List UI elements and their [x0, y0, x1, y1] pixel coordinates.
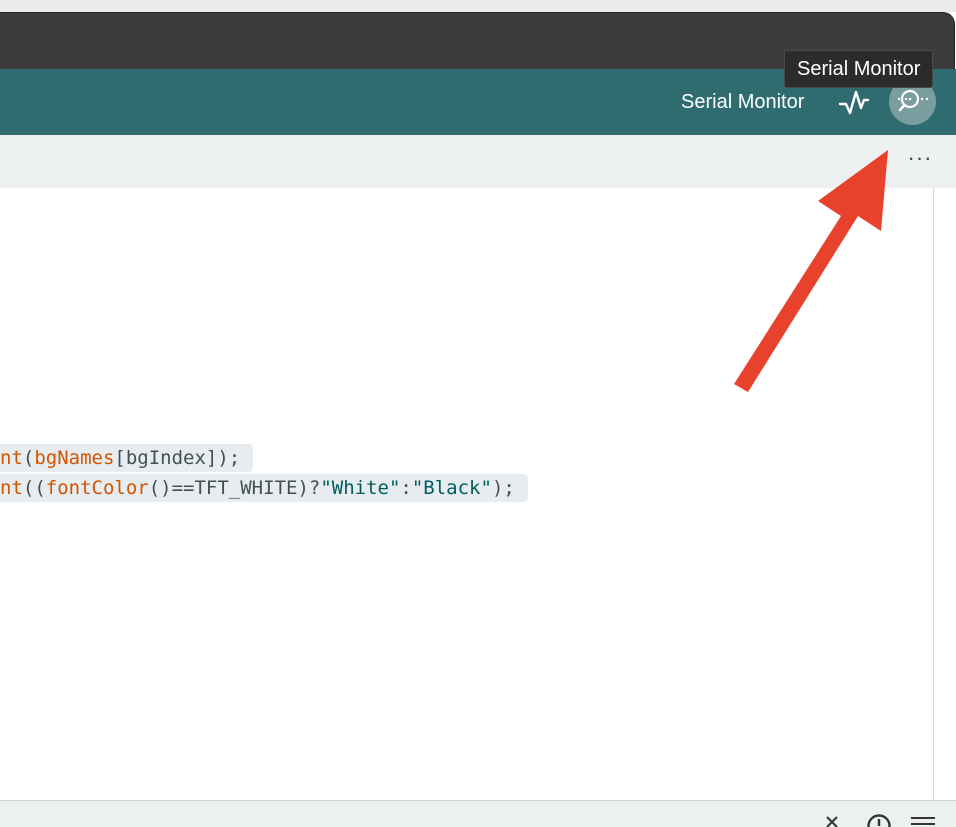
menu-icon[interactable] [910, 816, 936, 827]
code-token: nt [0, 477, 23, 499]
window-top-strip [0, 0, 956, 12]
serial-monitor-label: Serial Monitor [681, 90, 804, 114]
code-token: "White" [320, 477, 400, 499]
code-token: [bgIndex]); [114, 447, 240, 469]
code-token: ); [492, 477, 515, 499]
more-actions-button[interactable]: ··· [904, 144, 936, 176]
code-token: nt [0, 447, 23, 469]
serial-monitor-tooltip: Serial Monitor [784, 50, 933, 88]
code-token: ()==TFT_WHITE)? [149, 477, 321, 499]
close-icon[interactable] [824, 816, 840, 827]
code-token: "Black" [412, 477, 492, 499]
code-token: : [400, 477, 411, 499]
code-token: (( [23, 477, 46, 499]
editor-scrollbar[interactable] [933, 188, 934, 800]
code-token: ( [23, 447, 34, 469]
code-token: fontColor [46, 477, 149, 499]
clock-icon[interactable] [866, 813, 892, 827]
code-line: nt((fontColor()==TFT_WHITE)?"White":"Bla… [0, 474, 528, 502]
serial-plotter-icon [836, 84, 872, 120]
code-line: nt(bgNames[bgIndex]); [0, 444, 253, 472]
editor-tab-bar [0, 135, 956, 188]
code-token: bgNames [34, 447, 114, 469]
bottom-status-panel [0, 800, 956, 827]
serial-plotter-button[interactable] [836, 84, 872, 120]
